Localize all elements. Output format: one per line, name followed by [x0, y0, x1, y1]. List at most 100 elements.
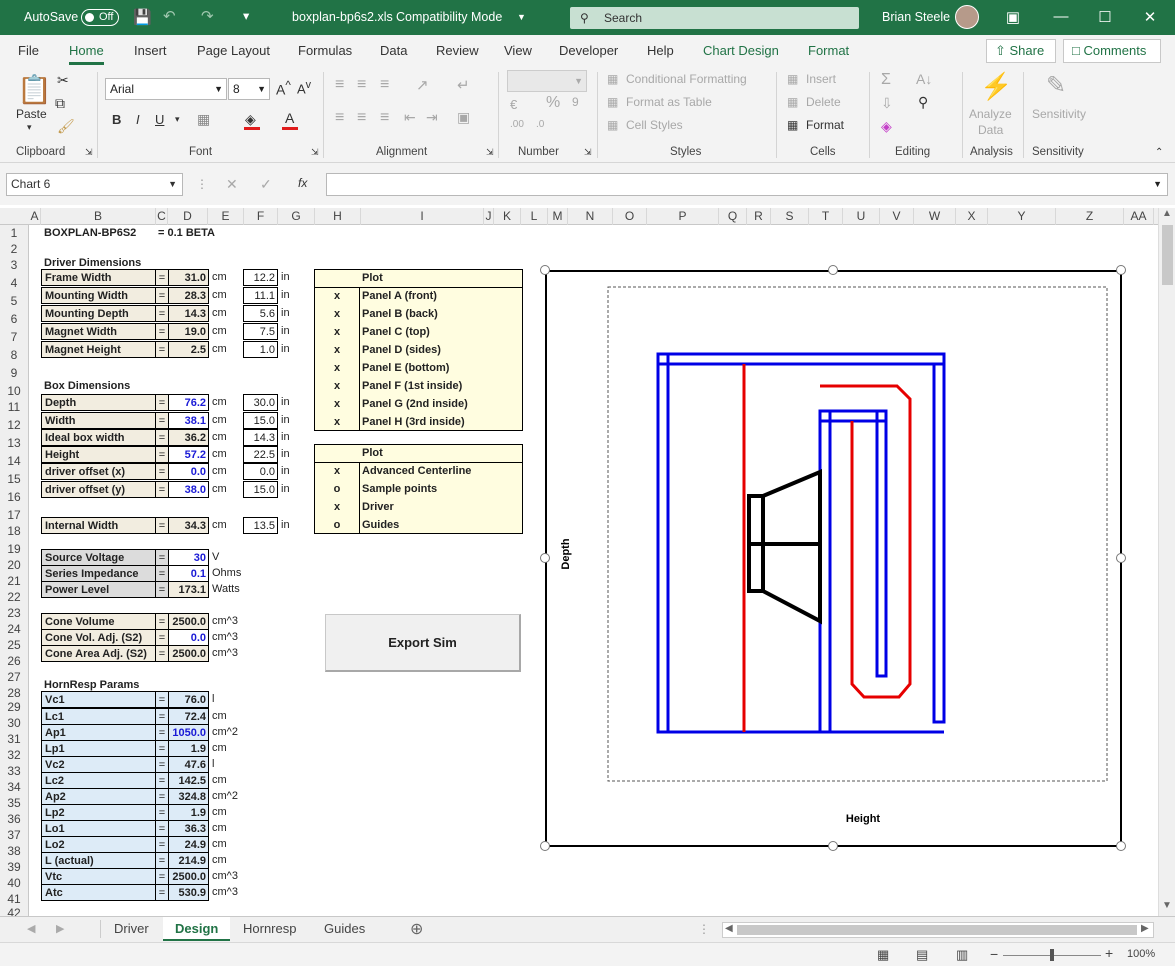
source-value[interactable]: 0.1 [168, 565, 209, 582]
cone-value[interactable]: 0.0 [168, 629, 209, 646]
collapse-ribbon-icon[interactable]: ⌃ [1155, 147, 1163, 158]
box-inches[interactable]: 0.0 [243, 463, 278, 480]
format-cells-button[interactable]: Format [806, 118, 844, 132]
zoom-out-icon[interactable]: − [990, 946, 998, 962]
column-header[interactable]: Z [1056, 208, 1124, 225]
unit-cell[interactable]: cm [210, 269, 240, 285]
unit-cell[interactable]: in [279, 446, 299, 462]
conditional-formatting-button[interactable]: Conditional Formatting [626, 72, 747, 86]
page-break-view-icon[interactable]: ▥ [956, 947, 968, 963]
orientation-icon[interactable]: ↗ [416, 76, 429, 94]
box-label[interactable]: Depth [41, 394, 156, 411]
row-header[interactable]: 18 [0, 523, 28, 539]
row-header[interactable]: 33 [0, 763, 28, 779]
scroll-left-icon[interactable]: ◀ [725, 923, 733, 934]
comments-button[interactable]: □ Comments [1063, 39, 1161, 63]
normal-view-icon[interactable]: ▦ [877, 947, 889, 963]
cell-styles-button[interactable]: Cell Styles [626, 118, 683, 132]
box-label[interactable]: Height [41, 446, 156, 463]
row-header[interactable]: 36 [0, 811, 28, 827]
row-header[interactable]: 8 [0, 347, 28, 363]
autosave-toggle[interactable]: Off [81, 9, 119, 26]
driver-label[interactable]: Magnet Width [41, 323, 156, 340]
unit-cell[interactable]: cm [210, 305, 240, 321]
copy-icon[interactable]: ⧉ [55, 95, 65, 112]
equals-cell[interactable]: = [155, 581, 169, 598]
column-header[interactable]: F [244, 208, 278, 225]
unit-cell[interactable]: cm^3 [210, 884, 250, 900]
unit-cell[interactable]: cm^3 [210, 613, 250, 629]
driver-value[interactable]: 14.3 [168, 305, 209, 322]
tab-scroll-right-icon[interactable]: ▶ [56, 922, 64, 935]
row-header[interactable]: 40 [0, 875, 28, 891]
number-launcher-icon[interactable]: ⇲ [584, 147, 592, 158]
fill-color-icon[interactable]: ◈ [245, 111, 256, 128]
increase-font-icon[interactable]: A^ [276, 79, 291, 98]
hornresp-label[interactable]: Lp2 [41, 804, 156, 821]
row-header[interactable]: 6 [0, 311, 28, 327]
column-header[interactable]: M [548, 208, 568, 225]
equals-cell[interactable]: = [155, 446, 169, 463]
resize-handle[interactable] [540, 553, 550, 563]
equals-cell[interactable]: = [155, 691, 169, 708]
equals-cell[interactable]: = [155, 412, 169, 429]
plot-panels-marker[interactable]: x [316, 288, 358, 304]
equals-cell[interactable]: = [155, 269, 169, 286]
row-header[interactable]: 21 [0, 573, 28, 589]
plot-features-marker[interactable]: o [316, 481, 358, 497]
sheet-title[interactable]: BOXPLAN-BP6S2 [44, 225, 154, 241]
unit-cell[interactable]: in [279, 412, 299, 428]
resize-handle[interactable] [540, 841, 550, 851]
column-header[interactable]: AA [1124, 208, 1154, 225]
hornresp-label[interactable]: Lo1 [41, 820, 156, 837]
equals-cell[interactable]: = [155, 645, 169, 662]
box-inches[interactable]: 14.3 [243, 429, 278, 446]
column-header[interactable]: E [208, 208, 244, 225]
row-header[interactable]: 31 [0, 731, 28, 747]
plot-features-marker[interactable]: x [316, 499, 358, 515]
unit-cell[interactable]: cm [210, 836, 250, 852]
box-value[interactable]: 0.0 [168, 463, 209, 480]
equals-cell[interactable]: = [155, 565, 169, 582]
plot-panels-marker[interactable]: x [316, 378, 358, 394]
box-value[interactable]: 76.2 [168, 394, 209, 411]
row-header[interactable]: 25 [0, 637, 28, 653]
equals-cell[interactable]: = [155, 772, 169, 789]
ribbon-display-icon[interactable]: ▣ [1002, 8, 1024, 26]
unit-cell[interactable]: l [210, 756, 250, 772]
column-header[interactable]: O [613, 208, 647, 225]
unit-cell[interactable]: in [279, 269, 299, 285]
column-header[interactable]: Y [988, 208, 1056, 225]
column-header[interactable]: G [278, 208, 315, 225]
analyze-data-label-1[interactable]: Analyze [969, 107, 1012, 121]
share-button[interactable]: ⇧ Share [986, 39, 1056, 63]
equals-cell[interactable]: = [155, 429, 169, 446]
plot-features-option[interactable]: Sample points [362, 481, 522, 497]
unit-cell[interactable]: Watts [210, 581, 250, 597]
unit-cell[interactable]: in [279, 287, 299, 303]
hornresp-label[interactable]: Ap2 [41, 788, 156, 805]
row-header[interactable]: 11 [0, 399, 28, 415]
resize-handle[interactable] [1116, 265, 1126, 275]
row-header[interactable]: 17 [0, 507, 28, 523]
hornresp-label[interactable]: Lo2 [41, 836, 156, 853]
row-header[interactable]: 3 [0, 257, 28, 273]
fill-icon[interactable]: ⇩ [881, 95, 893, 112]
cancel-icon[interactable]: ✕ [226, 176, 238, 193]
equals-cell[interactable]: = [155, 517, 169, 534]
row-header[interactable]: 13 [0, 435, 28, 451]
hornresp-label[interactable]: Lp1 [41, 740, 156, 757]
paste-icon[interactable]: 📋 [17, 73, 52, 106]
worksheet-grid[interactable]: A B C D E F G H I J K L M N O P Q R S T U V W X Y Z AA 1 2 3 4 5 6 7 8 9 10… [0, 208, 1158, 916]
column-header[interactable]: R [747, 208, 771, 225]
increase-decimal-icon[interactable]: .00 [510, 119, 524, 130]
menu-developer[interactable]: Developer [559, 43, 618, 58]
driver-label[interactable]: Magnet Height [41, 341, 156, 358]
accounting-format-icon[interactable]: € [510, 97, 517, 112]
menu-data[interactable]: Data [380, 43, 407, 58]
tab-scroll-left-icon[interactable]: ◀ [27, 922, 35, 935]
align-center-icon[interactable]: ≡ [357, 109, 366, 127]
unit-cell[interactable]: in [279, 394, 299, 410]
box-label[interactable]: Ideal box width [41, 429, 156, 446]
unit-cell[interactable]: in [279, 305, 299, 321]
